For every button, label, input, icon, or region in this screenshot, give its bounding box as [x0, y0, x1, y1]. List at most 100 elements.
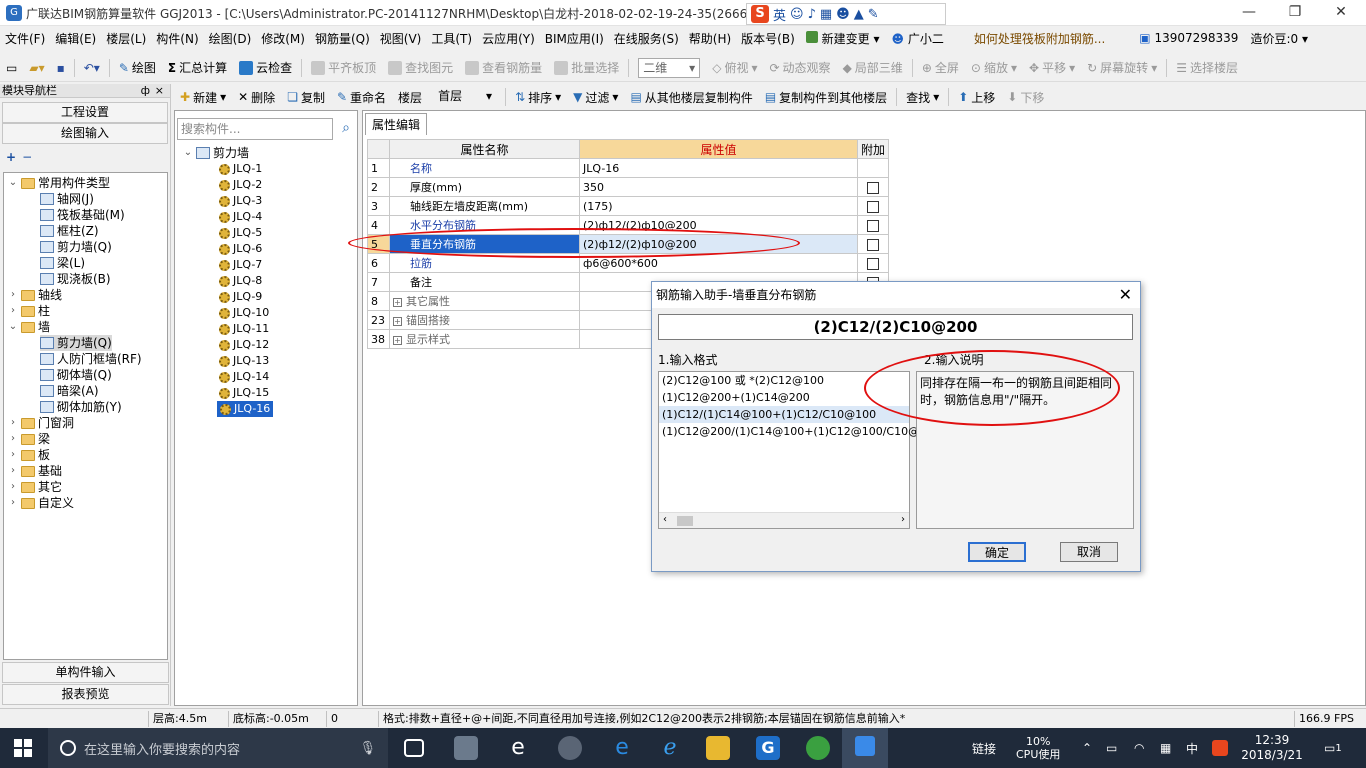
save-icon[interactable]: ▪ [51, 61, 71, 75]
file-explorer-icon[interactable] [706, 736, 730, 760]
menu-floor[interactable]: 楼层(L) [101, 30, 151, 47]
minimize-button[interactable]: — [1226, 0, 1272, 26]
drawing-input-button[interactable]: 绘图输入 [2, 123, 168, 144]
list-item[interactable]: JLQ-13 [219, 353, 269, 369]
task-view-icon[interactable] [404, 739, 424, 757]
local-3d-button[interactable]: ◆ 局部三维 [837, 59, 909, 76]
menu-component[interactable]: 构件(N) [151, 30, 203, 47]
restore-button[interactable]: ❐ [1272, 0, 1318, 26]
smile-icon[interactable]: ☺ [790, 7, 804, 22]
tree-beam-common[interactable]: 梁(L) [40, 255, 85, 271]
account-button[interactable]: ▣ 13907298339 [1133, 31, 1244, 45]
tree-beam[interactable]: › 梁 [8, 431, 50, 447]
tree-custom[interactable]: › 自定义 [8, 495, 74, 511]
edge-icon[interactable]: e [610, 736, 634, 760]
floor-select[interactable]: 首层 ▾ [428, 87, 502, 107]
list-item[interactable]: JLQ-2 [219, 177, 262, 193]
tray-link[interactable]: 链接 [972, 728, 996, 768]
menu-file[interactable]: 文件(F) [0, 30, 50, 47]
ime-toolbar[interactable]: S 英 ☺ ♪ ▦ ☻ ▲ ✎ [746, 3, 946, 25]
mic-icon[interactable]: ♪ [808, 7, 816, 22]
vertical-rebar-value[interactable]: (2)ф12/(2)ф10@200 [579, 234, 858, 254]
filter-button[interactable]: ▼ 过滤 ▾ [567, 89, 624, 106]
tree-pillar[interactable]: › 柱 [8, 303, 50, 319]
table-row-selected[interactable]: 5 垂直分布钢筋 (2)ф12/(2)ф10@200 [367, 234, 890, 254]
clock[interactable]: 12:39 2018/3/21 [1241, 728, 1303, 768]
select-floor-button[interactable]: ☰ 选择楼层 [1170, 59, 1244, 76]
tree-common[interactable]: ⌄ 常用构件类型 [8, 175, 110, 191]
expand-collapse-icons[interactable]: + − [6, 150, 32, 164]
rename-component-button[interactable]: ✎ 重命名 [331, 89, 392, 106]
green-app-icon[interactable] [806, 736, 830, 760]
microphone-icon[interactable]: 🎙 [359, 741, 376, 756]
move-down-button[interactable]: ⬇ 下移 [1001, 89, 1050, 106]
rebar-input-field[interactable]: (2)C12/(2)C10@200 [658, 314, 1133, 340]
open-file-icon[interactable]: ▰▾ [23, 61, 50, 75]
delete-component-button[interactable]: ✕ 删除 [232, 89, 281, 106]
list-item[interactable]: JLQ-10 [219, 305, 269, 321]
list-item[interactable]: JLQ-11 [219, 321, 269, 337]
menu-tools[interactable]: 工具(T) [426, 30, 477, 47]
glodon-app-icon[interactable]: G [756, 736, 780, 760]
windows-start-icon[interactable] [14, 739, 32, 757]
view-mode-select[interactable]: 二维 ▾ [632, 57, 706, 78]
sort-button[interactable]: ⇅ 排序 ▾ [509, 89, 567, 106]
list-item[interactable]: JLQ-8 [219, 273, 262, 289]
menu-view[interactable]: 视图(V) [375, 30, 427, 47]
network-icon[interactable]: ▭ [1106, 728, 1117, 768]
list-item[interactable]: (1)C12@200/(1)C14@100+(1)C12@100/C10@200 [659, 423, 940, 440]
list-item[interactable]: JLQ-12 [219, 337, 269, 353]
copy-to-floor-button[interactable]: ▤ 复制构件到其他楼层 [759, 89, 893, 106]
list-item[interactable]: (1)C12@200+(1)C14@200 [659, 389, 909, 406]
list-item[interactable]: JLQ-1 [219, 161, 262, 177]
tree-foundation[interactable]: › 基础 [8, 463, 62, 479]
menu-bim[interactable]: BIM应用(I) [540, 30, 609, 47]
horizontal-scrollbar[interactable]: ‹ › [659, 512, 909, 528]
menu-version[interactable]: 版本号(B) [736, 30, 800, 47]
attach-checkbox[interactable] [867, 181, 879, 194]
list-root-shear-wall[interactable]: ⌄ 剪力墙 [183, 145, 249, 161]
list-item[interactable]: JLQ-4 [219, 209, 262, 225]
menu-edit[interactable]: 编辑(E) [50, 30, 101, 47]
copy-component-button[interactable]: ❏ 复制 [281, 89, 331, 106]
attach-checkbox[interactable] [867, 219, 879, 232]
tree-axis-grid[interactable]: 轴网(J) [40, 191, 94, 207]
tree-masonry-wall[interactable]: 砌体墙(Q) [40, 367, 112, 383]
tree-civil-defense-wall[interactable]: 人防门框墙(RF) [40, 351, 142, 367]
menu-rebar[interactable]: 钢筋量(Q) [310, 30, 375, 47]
close-button[interactable]: ✕ [1318, 0, 1364, 26]
sum-button[interactable]: Σ 汇总计算 [162, 59, 233, 76]
ie-icon[interactable]: e [506, 736, 530, 760]
tree-masonry-rebar[interactable]: 砌体加筋(Y) [40, 399, 122, 415]
menu-draw[interactable]: 绘图(D) [204, 30, 257, 47]
sogou-tray-icon[interactable] [1212, 728, 1228, 768]
menu-help[interactable]: 帮助(H) [684, 30, 736, 47]
cloud-check-button[interactable]: 云检查 [233, 59, 298, 76]
assistant-button[interactable]: ☻ 广小二 [885, 30, 949, 47]
list-item[interactable]: JLQ-14 [219, 369, 269, 385]
search-icon[interactable]: ⌕ [335, 118, 357, 140]
single-component-input-button[interactable]: 单构件输入 [2, 662, 169, 683]
user-icon[interactable]: ☻ [836, 7, 850, 22]
tree-openings[interactable]: › 门窗洞 [8, 415, 74, 431]
close-icon[interactable]: × [155, 84, 164, 98]
draw-button[interactable]: ✎ 绘图 [113, 59, 162, 76]
keyboard-icon[interactable]: ▦ [820, 7, 832, 22]
tree-axis[interactable]: › 轴线 [8, 287, 62, 303]
copy-from-floor-button[interactable]: ▤ 从其他楼层复制构件 [624, 89, 758, 106]
new-change-button[interactable]: 新建变更 ▾ [800, 30, 886, 47]
tree-shear-wall[interactable]: 剪力墙(Q) [40, 335, 112, 351]
table-row[interactable]: 2 厚度(mm) 350 [367, 177, 890, 197]
question-link[interactable]: 如何处理筏板附加钢筋... [968, 30, 1111, 47]
rotate-button[interactable]: ↻ 屏幕旋转 ▾ [1081, 59, 1163, 76]
attach-checkbox[interactable] [867, 257, 879, 270]
find-element-button[interactable]: 查找图元 [382, 59, 459, 76]
pin-icon[interactable]: ф [141, 84, 150, 98]
list-item[interactable]: JLQ-7 [219, 257, 262, 273]
list-item[interactable]: JLQ-3 [219, 193, 262, 209]
tray-chevron-up-icon[interactable]: ⌃ [1082, 728, 1092, 768]
undo-icon[interactable]: ↶▾ [78, 61, 106, 75]
menu-modify[interactable]: 修改(M) [256, 30, 310, 47]
tree-raft[interactable]: 筏板基础(M) [40, 207, 125, 223]
taskbar-search-input[interactable]: 在这里输入你要搜索的内容 🎙 [48, 728, 388, 768]
